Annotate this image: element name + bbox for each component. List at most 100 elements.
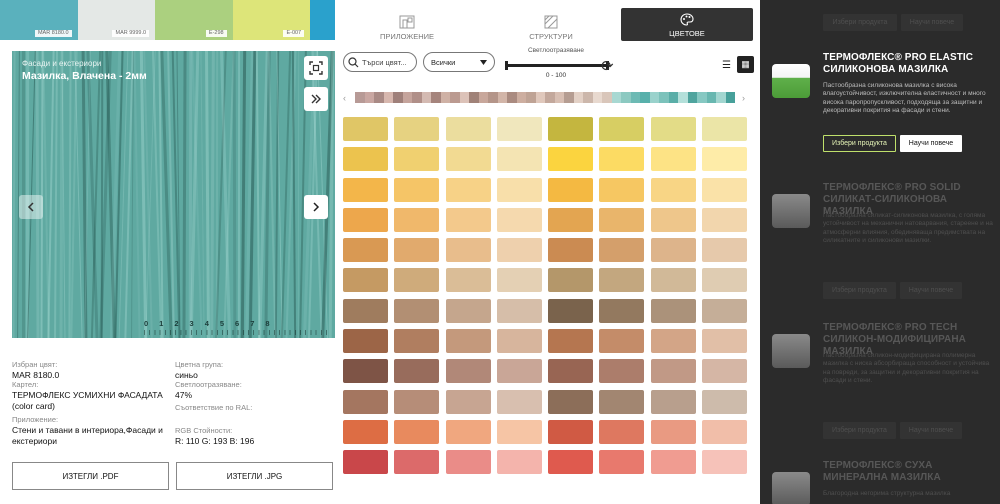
- color-swatch[interactable]: [496, 207, 542, 232]
- family-strip-chip[interactable]: [573, 92, 583, 103]
- color-swatch[interactable]: [599, 450, 645, 475]
- fullscreen-button[interactable]: [304, 56, 328, 80]
- color-swatch[interactable]: [343, 117, 388, 141]
- recent-color-swatch[interactable]: MAR 9999.0: [77, 0, 156, 40]
- color-swatch[interactable]: [650, 389, 696, 414]
- color-swatch[interactable]: [650, 450, 696, 475]
- color-swatch[interactable]: [343, 389, 388, 414]
- family-strip-chip[interactable]: [602, 92, 612, 103]
- family-strip-chip[interactable]: [421, 92, 431, 103]
- color-swatch[interactable]: [650, 268, 696, 293]
- color-swatch[interactable]: [394, 419, 440, 444]
- color-swatch[interactable]: [394, 329, 440, 354]
- color-swatch[interactable]: [496, 419, 542, 444]
- color-swatch[interactable]: [394, 177, 440, 202]
- color-swatch[interactable]: [599, 268, 645, 293]
- family-strip-chip[interactable]: [668, 92, 678, 103]
- select-product-button[interactable]: Избери продукта: [823, 422, 896, 439]
- reset-filters-button[interactable]: ⟳: [601, 57, 614, 75]
- family-strip-chip[interactable]: [592, 92, 602, 103]
- download-jpg-button[interactable]: ИЗТЕГЛИ .JPG: [176, 462, 333, 490]
- learn-more-button[interactable]: Научи повече: [901, 14, 963, 31]
- color-swatch[interactable]: [548, 117, 594, 141]
- family-strip-chip[interactable]: [469, 92, 479, 103]
- color-swatch[interactable]: [702, 329, 748, 354]
- family-strip-chip[interactable]: [545, 92, 555, 103]
- color-swatch[interactable]: [394, 238, 440, 263]
- select-product-button[interactable]: Избери продукта: [823, 282, 896, 299]
- color-swatch[interactable]: [650, 117, 696, 141]
- color-swatch[interactable]: [394, 450, 440, 475]
- family-strip-chip[interactable]: [640, 92, 650, 103]
- color-swatch[interactable]: [496, 389, 542, 414]
- download-pdf-button[interactable]: ИЗТЕГЛИ .PDF: [12, 462, 169, 490]
- family-strip-chip[interactable]: [478, 92, 488, 103]
- color-swatch[interactable]: [343, 207, 388, 232]
- tab-application[interactable]: ПРИЛОЖЕНИЕ: [367, 8, 447, 41]
- family-strip-chip[interactable]: [459, 92, 469, 103]
- color-swatch[interactable]: [496, 298, 542, 323]
- color-swatch[interactable]: [548, 298, 594, 323]
- family-strip-chip[interactable]: [383, 92, 393, 103]
- color-swatch[interactable]: [343, 298, 388, 323]
- family-strip-chip[interactable]: [706, 92, 716, 103]
- family-strip-chip[interactable]: [364, 92, 374, 103]
- family-strip-chip[interactable]: [611, 92, 621, 103]
- color-swatch[interactable]: [343, 450, 388, 475]
- recent-color-swatch[interactable]: E-298: [155, 0, 233, 40]
- recent-color-swatch[interactable]: E-007: [232, 0, 311, 40]
- family-strip-chip[interactable]: [450, 92, 460, 103]
- tab-structures[interactable]: СТРУКТУРИ: [511, 8, 591, 41]
- color-swatch[interactable]: [702, 268, 748, 293]
- select-product-button[interactable]: Избери продукта: [823, 135, 896, 152]
- list-view-button[interactable]: ☰: [722, 60, 731, 71]
- strip-next-button[interactable]: ›: [742, 93, 745, 103]
- color-search[interactable]: Търси цвят...: [343, 52, 417, 72]
- color-swatch[interactable]: [548, 359, 594, 384]
- family-strip-chip[interactable]: [374, 92, 384, 103]
- family-strip-chip[interactable]: [497, 92, 507, 103]
- color-swatch[interactable]: [650, 147, 696, 172]
- expand-button[interactable]: [304, 87, 328, 111]
- color-swatch[interactable]: [445, 419, 491, 444]
- color-swatch[interactable]: [394, 389, 440, 414]
- color-swatch[interactable]: [496, 450, 542, 475]
- color-swatch[interactable]: [496, 117, 542, 141]
- family-strip-chip[interactable]: [716, 92, 726, 103]
- color-swatch[interactable]: [343, 238, 388, 263]
- color-swatch[interactable]: [394, 147, 440, 172]
- color-swatch[interactable]: [599, 207, 645, 232]
- learn-more-button[interactable]: Научи повече: [900, 135, 962, 152]
- color-swatch[interactable]: [548, 238, 594, 263]
- color-swatch[interactable]: [650, 177, 696, 202]
- family-strip-chip[interactable]: [630, 92, 640, 103]
- color-swatch[interactable]: [445, 207, 491, 232]
- color-swatch[interactable]: [599, 177, 645, 202]
- family-strip-chip[interactable]: [393, 92, 403, 103]
- color-swatch[interactable]: [548, 450, 594, 475]
- color-swatch[interactable]: [394, 298, 440, 323]
- family-strip-chip[interactable]: [412, 92, 422, 103]
- color-swatch[interactable]: [702, 450, 748, 475]
- color-swatch[interactable]: [394, 268, 440, 293]
- color-swatch[interactable]: [548, 389, 594, 414]
- family-strip-chip[interactable]: [507, 92, 517, 103]
- color-swatch[interactable]: [650, 359, 696, 384]
- color-family-strip[interactable]: [355, 92, 735, 103]
- prev-texture-button[interactable]: [19, 195, 43, 219]
- family-strip-chip[interactable]: [649, 92, 659, 103]
- color-swatch[interactable]: [445, 329, 491, 354]
- color-swatch[interactable]: [650, 207, 696, 232]
- color-swatch[interactable]: [445, 450, 491, 475]
- color-swatch[interactable]: [650, 329, 696, 354]
- family-strip-chip[interactable]: [678, 92, 688, 103]
- light-reflectance-slider[interactable]: [505, 61, 609, 70]
- color-swatch[interactable]: [496, 147, 542, 172]
- color-swatch[interactable]: [548, 147, 594, 172]
- color-swatch[interactable]: [702, 207, 748, 232]
- color-swatch[interactable]: [650, 298, 696, 323]
- color-swatch[interactable]: [343, 147, 388, 172]
- color-swatch[interactable]: [445, 177, 491, 202]
- family-strip-chip[interactable]: [526, 92, 536, 103]
- color-swatch[interactable]: [496, 238, 542, 263]
